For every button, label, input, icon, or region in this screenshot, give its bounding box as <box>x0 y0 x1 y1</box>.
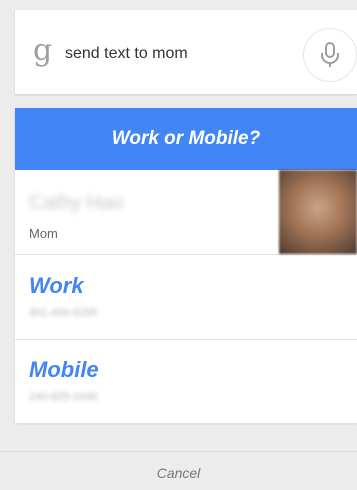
contact-avatar <box>279 170 357 254</box>
dialog-title: Work or Mobile? <box>15 108 357 170</box>
search-query[interactable]: send text to mom <box>65 45 188 63</box>
microphone-button[interactable] <box>303 28 357 82</box>
contact-info: Cathy Hao Mom <box>15 170 357 255</box>
option-work[interactable]: Work 301-456-6295 <box>15 255 357 340</box>
contact-relation: Mom <box>29 226 58 241</box>
option-mobile-number: 240-825-1646 <box>29 391 98 403</box>
number-choice-card: Work or Mobile? Cathy Hao Mom Work 301-4… <box>15 108 357 424</box>
microphone-icon <box>321 42 339 67</box>
search-bar[interactable]: g send text to mom <box>15 10 357 94</box>
option-mobile-label: Mobile <box>29 357 99 382</box>
footer-divider <box>0 451 357 452</box>
cancel-button[interactable]: Cancel <box>0 456 357 490</box>
contact-name: Cathy Hao <box>29 192 124 214</box>
option-work-number: 301-456-6295 <box>29 307 98 319</box>
option-mobile[interactable]: Mobile 240-825-1646 <box>15 339 357 424</box>
google-logo-icon: g <box>33 33 53 68</box>
option-work-label: Work <box>29 273 84 298</box>
